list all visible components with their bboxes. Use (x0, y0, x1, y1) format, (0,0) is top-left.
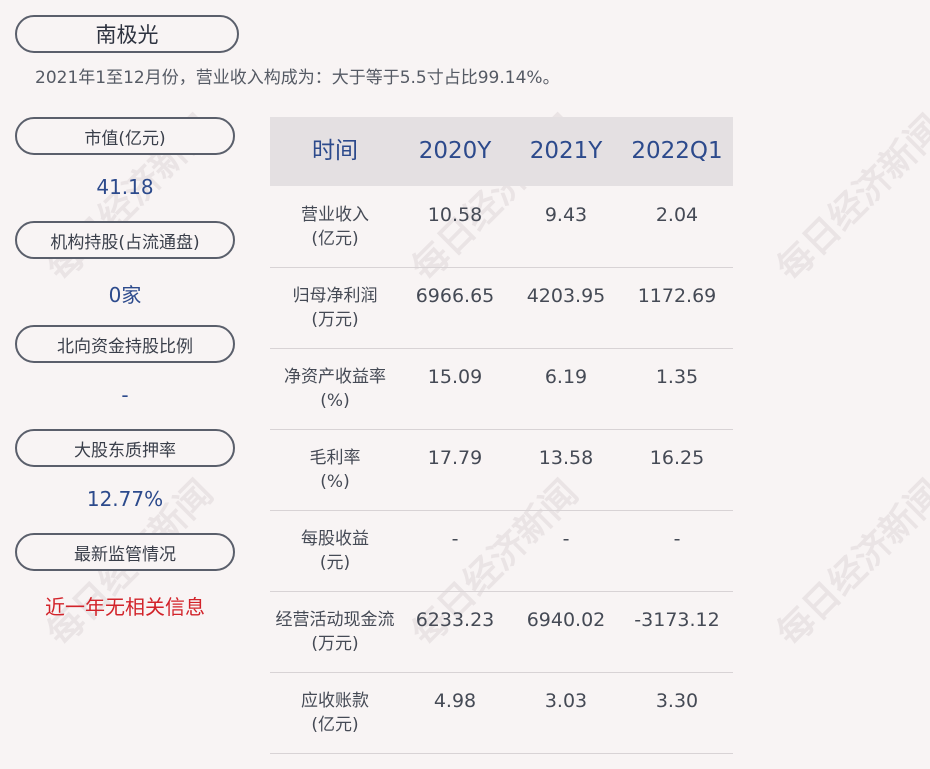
row-label: 应收账款 (亿元) (301, 691, 369, 735)
table-cell: 1.35 (655, 366, 699, 388)
watermark: 每日经济新闻 (769, 472, 930, 655)
table-cell: 1172.69 (637, 285, 717, 307)
table-cell: 15.09 (427, 366, 483, 388)
institutional-holding-value: 0家 (108, 283, 142, 307)
pledge-ratio-value: 12.77% (86, 487, 164, 511)
table-cell: 2.04 (655, 204, 699, 226)
regulatory-status-value: 近一年无相关信息 (45, 595, 205, 619)
table-cell: 13.58 (538, 447, 594, 469)
table-row: 毛利率 (%) 17.79 13.58 16.25 (270, 430, 733, 511)
table-row: 营业收入 (亿元) 10.58 9.43 2.04 (270, 187, 733, 268)
table-row: 净资产收益率 (%) 15.09 6.19 1.35 (270, 349, 733, 430)
table-cell: 3.30 (655, 690, 699, 712)
table-cell: 6940.02 (526, 609, 606, 631)
table-cell: 6966.65 (415, 285, 495, 307)
table-row: 应收账款 (亿元) 4.98 3.03 3.30 (270, 673, 733, 754)
row-label: 毛利率 (%) (309, 448, 361, 492)
row-label: 每股收益 (元) (301, 529, 369, 573)
table-cell: 16.25 (649, 447, 705, 469)
table-cell: 6.19 (544, 366, 588, 388)
northbound-ratio-label: 北向资金持股比例 (15, 325, 235, 363)
header-2021y: 2021Y (529, 138, 603, 164)
table-cell: 9.43 (544, 204, 588, 226)
table-cell: - (562, 528, 570, 550)
table-cell: 4203.95 (526, 285, 606, 307)
table-cell: 17.79 (427, 447, 483, 469)
header-2022q1: 2022Q1 (631, 138, 723, 164)
revenue-composition-note: 2021年1至12月份，营业收入构成为：大于等于5.5寸占比99.14%。 (35, 68, 560, 88)
institutional-holding-label: 机构持股(占流通盘) (15, 221, 235, 259)
table-cell: -3173.12 (634, 609, 720, 631)
row-label: 经营活动现金流 (万元) (275, 610, 395, 654)
row-label: 归母净利润 (万元) (292, 286, 378, 330)
header-2020y: 2020Y (418, 138, 492, 164)
watermark: 每日经济新闻 (769, 107, 930, 290)
market-cap-value: 41.18 (96, 175, 154, 199)
regulatory-status-label: 最新监管情况 (15, 533, 235, 571)
table-row: 经营活动现金流 (万元) 6233.23 6940.02 -3173.12 (270, 592, 733, 673)
table-header: 时间 2020Y 2021Y 2022Q1 (270, 117, 733, 186)
table-cell: 10.58 (427, 204, 483, 226)
table-row: 每股收益 (元) - - - (270, 511, 733, 592)
pledge-ratio-label: 大股东质押率 (15, 429, 235, 467)
row-label: 营业收入 (亿元) (301, 205, 369, 249)
table-cell: - (673, 528, 681, 550)
table-cell: 6233.23 (415, 609, 495, 631)
row-label: 净资产收益率 (%) (284, 367, 386, 411)
market-cap-label: 市值(亿元) (15, 117, 235, 155)
header-time: 时间 (312, 138, 358, 164)
company-name: 南极光 (15, 15, 239, 53)
table-cell: - (451, 528, 459, 550)
table-cell: 3.03 (544, 690, 588, 712)
table-cell: 4.98 (433, 690, 477, 712)
table-row: 归母净利润 (万元) 6966.65 4203.95 1172.69 (270, 268, 733, 349)
northbound-ratio-value: - (121, 383, 129, 407)
